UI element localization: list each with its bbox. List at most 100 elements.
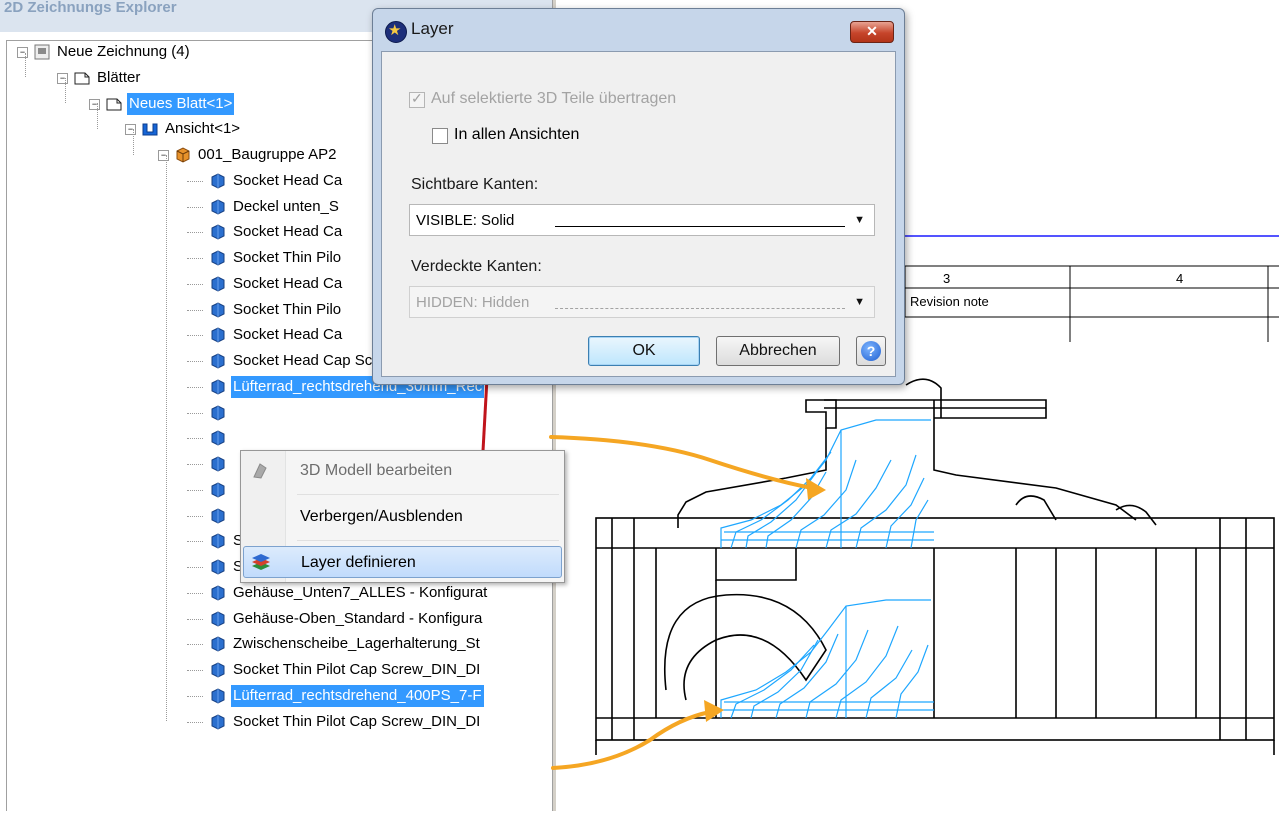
part-icon: [211, 482, 225, 498]
part-icon: [211, 662, 225, 678]
tree-item-part[interactable]: Gehäuse-Oben_Standard - Konfigura: [7, 608, 552, 630]
tree-item-part[interactable]: Zwischenscheibe_Lagerhalterung_St: [7, 633, 552, 655]
section-drawing: [595, 378, 1275, 755]
tree-connector: [187, 670, 203, 671]
menu-item-label: Layer definieren: [301, 554, 416, 571]
tree-connector: [187, 464, 203, 465]
collapse-toggle-icon[interactable]: −: [17, 47, 28, 58]
tree-item-label: Deckel unten_S: [233, 197, 339, 215]
tree-item-part[interactable]: Gehäuse_Unten7_ALLES - Konfigurat: [7, 582, 552, 604]
hidden-edges-select[interactable]: HIDDEN: Hidden ▼: [409, 286, 875, 318]
cancel-button[interactable]: Abbrechen: [716, 336, 840, 366]
tree-connector: [187, 541, 203, 543]
collapse-toggle-icon[interactable]: −: [158, 150, 169, 161]
all-views-label: In allen Ansichten: [454, 126, 580, 143]
app-star-icon: [385, 21, 407, 43]
part-icon: [211, 301, 225, 318]
tree-connector: [187, 644, 203, 646]
tree-connector: [187, 489, 203, 491]
menu-separator: [297, 540, 559, 541]
view-icon: [142, 123, 158, 136]
tree-connector: [187, 206, 203, 208]
assembly-icon: [176, 147, 190, 163]
tree-connector: [187, 567, 203, 568]
visible-edges-label: Sichtbare Kanten:: [411, 176, 539, 193]
ok-button[interactable]: OK: [588, 336, 700, 366]
part-icon: [211, 173, 225, 189]
tree-item-label: Socket Head Ca: [233, 171, 343, 189]
collapse-toggle-icon[interactable]: −: [89, 98, 100, 110]
tree-connector: [25, 53, 26, 77]
hidden-edges-value: HIDDEN: Hidden: [416, 294, 530, 311]
linestyle-preview: [555, 308, 845, 309]
revision-col-4: 4: [1176, 271, 1183, 286]
tree-connector: [187, 283, 203, 285]
checkbox-box: [409, 90, 425, 108]
visible-edges-value: VISIBLE: Solid: [416, 212, 515, 229]
part-icon: [211, 610, 225, 627]
tree-item-part[interactable]: [7, 402, 552, 424]
dialog-titlebar[interactable]: Layer ✕: [373, 9, 904, 51]
tree-connector: [187, 721, 203, 723]
menu-item-define-layer[interactable]: Layer definieren: [243, 546, 562, 578]
tree-item-part[interactable]: [7, 427, 552, 449]
context-menu: 3D Modell bearbeiten Verbergen/Ausblende…: [240, 450, 565, 583]
part-icon: [211, 430, 225, 446]
revision-col-3: 3: [943, 271, 950, 286]
part-icon: [211, 688, 225, 704]
tree-item-label: Socket Head Ca: [233, 326, 343, 344]
part-icon: [211, 353, 225, 369]
help-button[interactable]: ?: [856, 336, 886, 366]
edit-model-icon: [253, 463, 267, 479]
tree-item-part[interactable]: Socket Thin Pilot Cap Screw_DIN_DI: [7, 659, 552, 681]
checkbox-box: [432, 128, 448, 144]
part-icon: [211, 636, 225, 652]
dialog-title: Layer: [411, 19, 454, 38]
menu-item-label: 3D Modell bearbeiten: [300, 462, 453, 479]
tree-item-label: Neues Blatt<1>: [127, 92, 235, 115]
sheet-icon: [106, 98, 122, 110]
tree-connector: [187, 180, 203, 182]
dropdown-arrow-icon: ▼: [854, 296, 865, 308]
collapse-toggle-icon[interactable]: −: [57, 72, 68, 84]
tree-connector: [187, 361, 203, 362]
revision-note: Revision note: [910, 294, 989, 309]
tree-item-part[interactable]: Lüfterrad_rechtsdrehend_400PS_7-F: [7, 684, 552, 707]
tree-item-label: Socket Thin Pilo: [233, 249, 342, 266]
tree-connector: [187, 232, 203, 234]
part-icon: [211, 585, 225, 601]
tree-item-label: Socket Head Ca: [233, 223, 343, 241]
tree-item-label: Blätter: [97, 68, 141, 86]
part-icon: [211, 533, 225, 549]
part-icon: [211, 559, 225, 575]
tree-item-label: Gehäuse_Unten7_ALLES - Konfigurat: [233, 583, 488, 601]
tree-item-label: Neue Zeichnung (4): [57, 43, 190, 60]
tree-connector: [187, 386, 203, 388]
tree-item-label: Socket Thin Pilo: [233, 300, 342, 318]
close-button[interactable]: ✕: [850, 21, 894, 43]
drawing-icon: [34, 44, 50, 60]
part-icon: [211, 327, 225, 343]
tree-item-label: Gehäuse-Oben_Standard - Konfigura: [233, 609, 483, 627]
tree-item-part[interactable]: Socket Thin Pilot Cap Screw_DIN_DI: [7, 711, 552, 733]
tree-item-label: Ansicht<1>: [165, 120, 241, 138]
dropdown-arrow-icon: ▼: [854, 214, 865, 226]
part-icon: [211, 456, 225, 472]
help-icon: ?: [861, 341, 881, 361]
tree-connector: [187, 309, 203, 311]
collapse-toggle-icon[interactable]: −: [125, 124, 136, 136]
visible-edges-select[interactable]: VISIBLE: Solid ▼: [409, 204, 875, 236]
apply-selected-label: Auf selektierte 3D Teile übertragen: [431, 90, 677, 107]
tree-connector: [187, 335, 203, 337]
part-icon: [211, 276, 225, 292]
sheets-icon: [74, 72, 90, 85]
part-icon: [211, 250, 225, 266]
part-icon: [211, 198, 225, 215]
menu-item-edit-model[interactable]: 3D Modell bearbeiten: [243, 455, 562, 487]
menu-separator: [297, 494, 559, 495]
tree-connector: [187, 438, 203, 440]
tree-connector: [187, 695, 203, 697]
tree-connector: [187, 515, 203, 517]
tree-connector: [187, 618, 203, 620]
menu-item-hide[interactable]: Verbergen/Ausblenden: [243, 501, 562, 533]
